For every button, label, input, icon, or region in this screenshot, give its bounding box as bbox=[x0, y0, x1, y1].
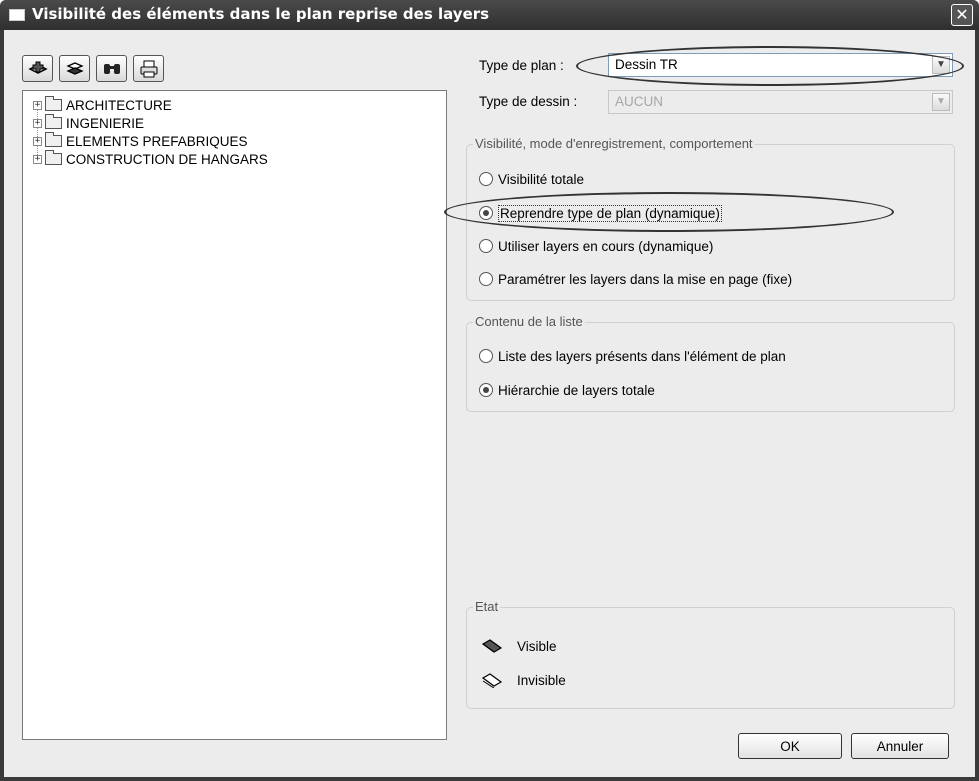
expand-icon[interactable]: + bbox=[33, 118, 42, 128]
tree-item-label: INGENIERIE bbox=[66, 115, 145, 131]
tree-item-ingenierie[interactable]: + INGENIERIE bbox=[33, 114, 145, 131]
window-title: Visibilité des éléments dans le plan rep… bbox=[32, 5, 490, 23]
visibility-group-title: Visibilité, mode d'enregistrement, compo… bbox=[473, 136, 755, 151]
layer-invisible-icon bbox=[481, 673, 503, 688]
cancel-button[interactable]: Annuler bbox=[851, 733, 949, 759]
tree-item-label: ELEMENTS PREFABRIQUES bbox=[66, 133, 248, 149]
state-group-title: Etat bbox=[473, 599, 501, 614]
window-icon bbox=[9, 9, 25, 21]
radio-button[interactable] bbox=[479, 239, 493, 253]
close-icon[interactable]: ✕ bbox=[951, 4, 973, 26]
radio-liste-layers-presents[interactable]: Liste des layers présents dans l'élément… bbox=[479, 347, 786, 365]
title-bar: Visibilité des éléments dans le plan rep… bbox=[0, 0, 979, 30]
dialog-window: Visibilité des éléments dans le plan rep… bbox=[0, 0, 979, 781]
radio-visibilite-totale[interactable]: Visibilité totale bbox=[479, 170, 584, 188]
state-invisible-label: Invisible bbox=[517, 672, 566, 688]
radio-reprendre-type-plan[interactable]: Reprendre type de plan (dynamique) bbox=[479, 204, 722, 222]
type-plan-value: Dessin TR bbox=[615, 57, 678, 72]
radio-button[interactable] bbox=[479, 349, 493, 363]
folder-icon bbox=[45, 114, 62, 129]
list-content-group-title: Contenu de la liste bbox=[473, 314, 585, 329]
radio-label: Hiérarchie de layers totale bbox=[498, 382, 655, 398]
expand-icon[interactable]: + bbox=[33, 136, 42, 146]
visibility-group: Visibilité, mode d'enregistrement, compo… bbox=[466, 136, 955, 301]
radio-hierarchie-layers[interactable]: Hiérarchie de layers totale bbox=[479, 381, 655, 399]
state-invisible: Invisible bbox=[481, 672, 566, 688]
radio-parametrer-layers[interactable]: Paramétrer les layers dans la mise en pa… bbox=[479, 270, 792, 288]
chevron-down-icon: ▼ bbox=[932, 93, 950, 111]
type-plan-select[interactable]: Dessin TR ▼ bbox=[608, 53, 953, 77]
layer-visible-icon bbox=[481, 639, 503, 653]
ok-button[interactable]: OK bbox=[738, 733, 842, 759]
folder-icon bbox=[45, 96, 62, 111]
folder-icon bbox=[45, 132, 62, 147]
radio-label: Liste des layers présents dans l'élément… bbox=[498, 348, 786, 364]
folder-icon bbox=[45, 150, 62, 165]
dialog-body: + ARCHITECTURE + INGENIERIE + ELEMENTS P… bbox=[4, 30, 975, 777]
tree-item-elements-prefabriques[interactable]: + ELEMENTS PREFABRIQUES bbox=[33, 132, 248, 149]
chevron-down-icon[interactable]: ▼ bbox=[932, 56, 950, 74]
tree-item-label: ARCHITECTURE bbox=[66, 97, 172, 113]
radio-label: Reprendre type de plan (dynamique) bbox=[498, 204, 722, 222]
type-dessin-label: Type de dessin : bbox=[479, 94, 578, 109]
tree-item-label: CONSTRUCTION DE HANGARS bbox=[66, 151, 268, 167]
radio-button[interactable] bbox=[479, 272, 493, 286]
radio-label: Paramétrer les layers dans la mise en pa… bbox=[498, 271, 793, 287]
list-content-group: Contenu de la liste Liste des layers pré… bbox=[466, 314, 955, 412]
radio-utiliser-layers[interactable]: Utiliser layers en cours (dynamique) bbox=[479, 237, 713, 255]
radio-button[interactable] bbox=[479, 206, 493, 220]
radio-label: Utiliser layers en cours (dynamique) bbox=[498, 238, 714, 254]
layer-tree[interactable]: + ARCHITECTURE + INGENIERIE + ELEMENTS P… bbox=[22, 90, 447, 740]
layer-add-icon[interactable] bbox=[22, 55, 53, 82]
state-group: Etat Visible Invisible bbox=[466, 599, 955, 709]
radio-label: Visibilité totale bbox=[498, 171, 585, 187]
type-dessin-value: AUCUN bbox=[615, 94, 664, 109]
state-visible-label: Visible bbox=[517, 638, 557, 654]
expand-icon[interactable]: + bbox=[33, 100, 42, 110]
radio-button[interactable] bbox=[479, 172, 493, 186]
printer-icon[interactable] bbox=[133, 55, 164, 82]
tree-item-construction-hangars[interactable]: + CONSTRUCTION DE HANGARS bbox=[33, 150, 268, 167]
toolbar bbox=[22, 55, 164, 85]
type-dessin-select: AUCUN ▼ bbox=[608, 90, 953, 114]
state-visible: Visible bbox=[481, 638, 557, 654]
layer-list-icon[interactable] bbox=[59, 55, 90, 82]
type-plan-label: Type de plan : bbox=[479, 58, 564, 73]
expand-icon[interactable]: + bbox=[33, 154, 42, 164]
radio-button[interactable] bbox=[479, 383, 493, 397]
binoculars-icon[interactable] bbox=[96, 55, 127, 82]
tree-item-architecture[interactable]: + ARCHITECTURE bbox=[33, 96, 172, 113]
